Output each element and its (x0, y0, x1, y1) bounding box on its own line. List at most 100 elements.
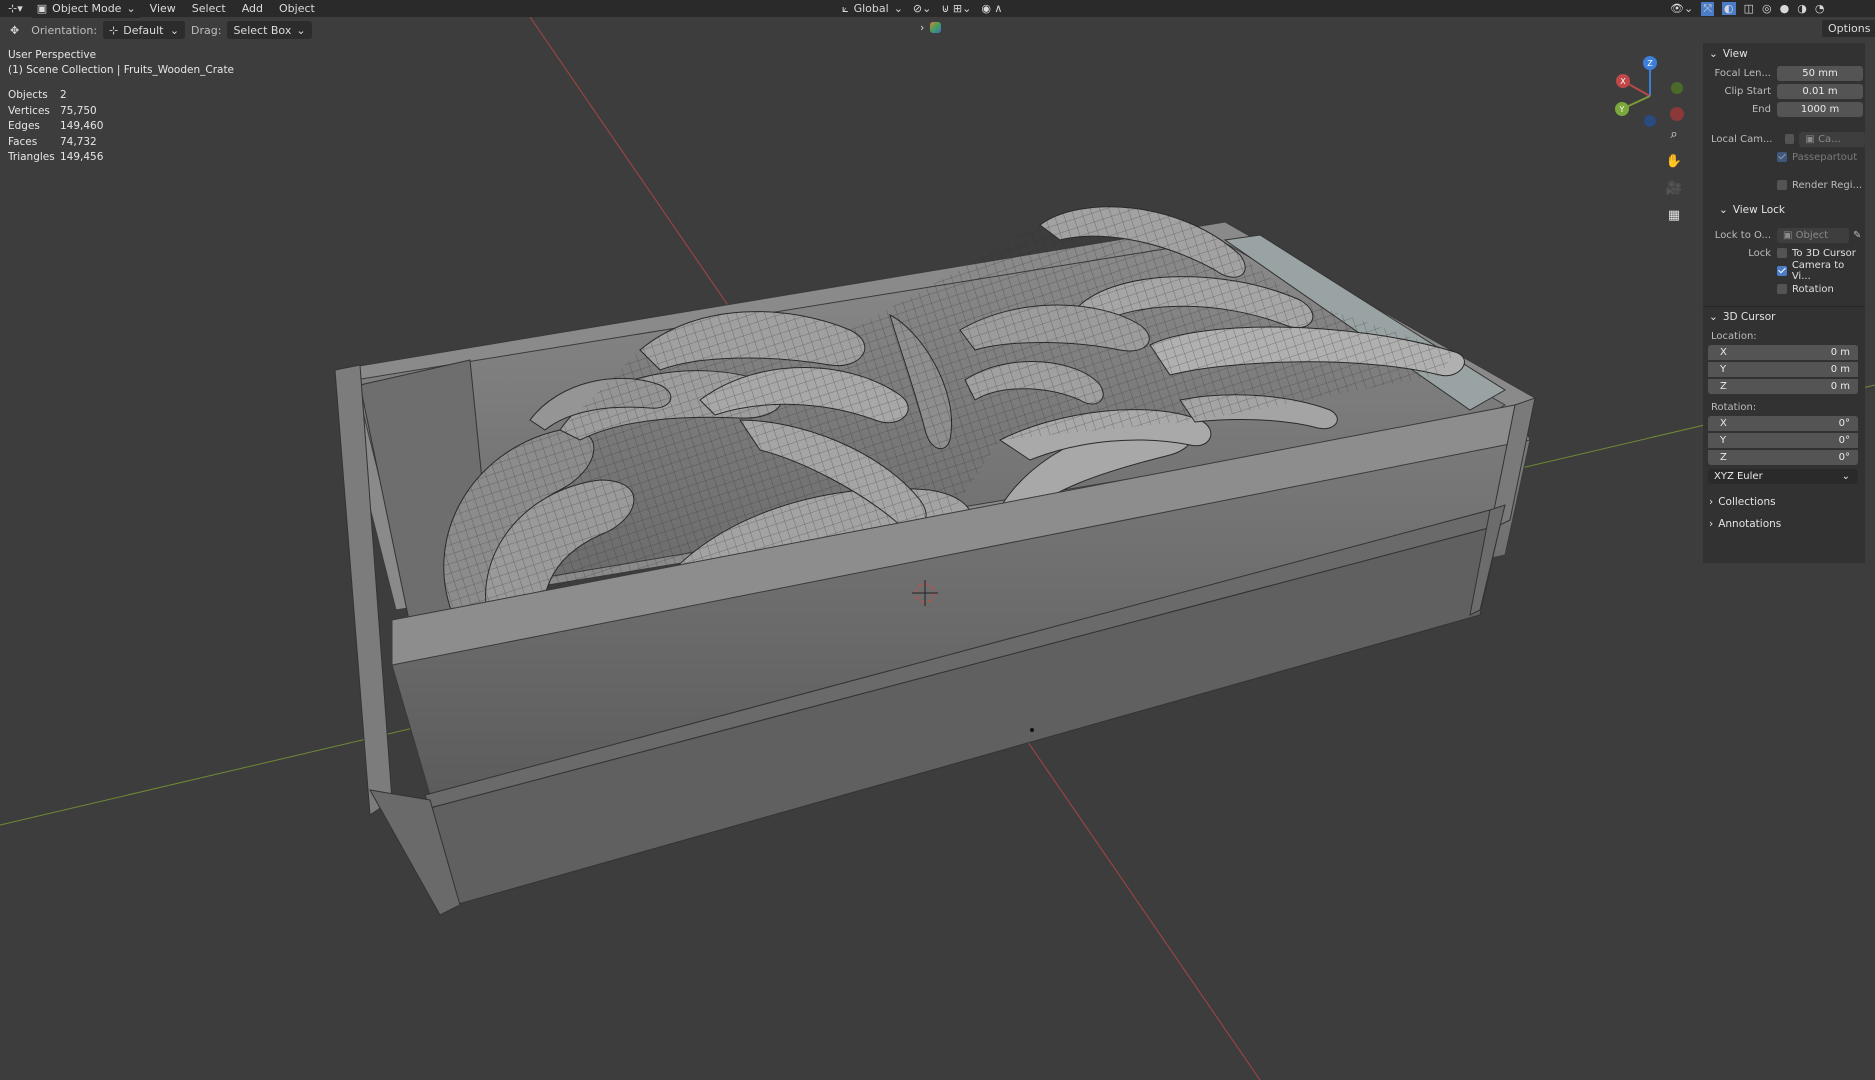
menu-add[interactable]: Add (234, 2, 271, 15)
solid-shading-icon[interactable]: ● (1780, 2, 1790, 15)
options-button[interactable]: Options (1822, 20, 1875, 37)
camera-to-view-checkbox[interactable] (1777, 266, 1787, 276)
menu-view[interactable]: View (142, 2, 184, 15)
mode-label: Object Mode (52, 2, 122, 15)
menu-select[interactable]: Select (184, 2, 234, 15)
cursor-location-y[interactable]: Y 0 m (1708, 362, 1858, 377)
axis-value: 0° (1838, 452, 1850, 463)
rotation-mode-dropdown[interactable]: XYZ Euler ⌄ (1708, 469, 1858, 484)
asset-icon (930, 22, 942, 33)
scene-stats: Objects 2 Vertices 75,750 Edges 149,460 Fac… (8, 89, 103, 167)
collections-section-header[interactable]: › Collections (1703, 492, 1865, 512)
rotation-lock-checkbox[interactable] (1777, 284, 1787, 294)
section-title: View (1722, 48, 1748, 60)
gizmo-neg-z-icon (1644, 115, 1656, 127)
camera-to-view-label: Camera to Vi... (1791, 260, 1845, 282)
zoom-icon[interactable]: ⌕ (1663, 123, 1685, 145)
stat-row: Objects 2 (8, 89, 103, 105)
chevron-right-icon: › (920, 21, 925, 34)
tool-settings-header: ✥ Orientation: ⊹ Default ⌄ Drag: Select … (0, 17, 1875, 43)
stat-value: 2 (60, 89, 67, 101)
gizmo-expand[interactable]: › (920, 21, 942, 34)
section-title: Annotations (1718, 518, 1782, 530)
stat-label: Triangles (8, 151, 55, 163)
transform-orientation-dropdown[interactable]: ⟀ Global ⌄ (842, 2, 903, 16)
focal-length-label: Focal Len... (1714, 67, 1771, 79)
local-camera-value: Ca... (1818, 133, 1841, 145)
eyedropper-icon[interactable]: ✎ (1853, 230, 1861, 241)
camera-icon: ▣ (1805, 133, 1819, 145)
axis-label: Y (1720, 364, 1727, 375)
cursor-location-z[interactable]: Z 0 m (1708, 379, 1858, 394)
render-region-checkbox[interactable] (1777, 180, 1787, 190)
wireframe-shading-icon[interactable]: ◎ (1762, 2, 1772, 15)
rotation-lock-row: Rotation (1703, 280, 1865, 298)
cursor-rotation-x[interactable]: X 0° (1708, 416, 1858, 431)
orientation-icon: ⊹ (109, 23, 119, 37)
proportional-edit-icon[interactable]: ◉ ∧ (981, 2, 1002, 15)
chevron-down-icon: ⌄ (1709, 311, 1718, 323)
editor-type-button[interactable]: ⊹▾ (0, 0, 31, 17)
view-section-header[interactable]: ⌄ View (1703, 44, 1865, 64)
local-camera-checkbox[interactable] (1784, 134, 1795, 144)
global-axes-icon: ⟀ (842, 1, 849, 15)
chevron-down-icon: ⌄ (893, 1, 903, 15)
orientation-dropdown[interactable]: ⊹ Default ⌄ (103, 21, 186, 39)
focal-length-field[interactable]: 50 mm (1777, 65, 1863, 81)
passepartout-checkbox[interactable] (1777, 152, 1787, 162)
visibility-icon[interactable]: 👁⌄ (1670, 2, 1693, 15)
snap-icon[interactable]: ⊍ ⊞⌄ (941, 2, 971, 15)
gizmo-neg-x-icon (1670, 107, 1684, 121)
axis-label: Z (1720, 452, 1727, 463)
local-camera-field[interactable]: ▣ Ca... (1799, 131, 1865, 147)
3d-viewport[interactable]: User Perspective (1) Scene Collection | … (0, 17, 1875, 1080)
chevron-down-icon: ⌄ (126, 2, 136, 15)
rotation-label: Rotation: (1711, 401, 1757, 413)
overlay-toggle-icon[interactable]: ◐ (1722, 2, 1736, 15)
view-lock-section-header[interactable]: ⌄ View Lock (1703, 200, 1865, 220)
object-mode-icon: ▣ (36, 2, 48, 15)
chevron-down-icon: ⌄ (296, 23, 306, 37)
clip-end-row: End 1000 m (1703, 100, 1865, 118)
axis-value: 0 m (1830, 381, 1850, 392)
menu-object[interactable]: Object (271, 2, 323, 15)
orientation-value: Default (123, 23, 164, 37)
clip-end-label: End (1751, 103, 1771, 115)
rendered-shading-icon[interactable]: ◔ (1815, 2, 1825, 15)
stat-label: Vertices (8, 104, 50, 117)
clip-end-field[interactable]: 1000 m (1777, 101, 1863, 117)
stat-value: 149,456 (60, 151, 104, 163)
pan-hand-icon[interactable]: ✋ (1663, 150, 1685, 172)
gizmo-toggle-icon[interactable]: ⤧ (1701, 1, 1714, 16)
transform-tool-icon[interactable]: ✥ (0, 24, 25, 37)
mode-dropdown[interactable]: ▣ Object Mode ⌄ (30, 0, 142, 18)
chevron-right-icon: › (1709, 496, 1714, 508)
material-shading-icon[interactable]: ◑ (1797, 2, 1807, 15)
camera-view-icon[interactable]: 🎥 (1663, 177, 1685, 199)
drag-dropdown[interactable]: Select Box ⌄ (227, 21, 312, 39)
section-title: Collections (1718, 496, 1776, 508)
axis-value: 0° (1838, 418, 1850, 429)
lock-to-object-field[interactable]: ▣ Object (1777, 227, 1849, 243)
ortho-grid-icon[interactable]: ▦ (1663, 204, 1685, 226)
chevron-down-icon: ⌄ (1719, 204, 1728, 216)
clip-start-label: Clip Start (1724, 85, 1772, 97)
sidebar-n-panel: ⌄ View Focal Len... 50 mm Clip Start 0.01 m… (1703, 43, 1865, 563)
axis-label: X (1720, 347, 1727, 358)
annotations-section-header[interactable]: › Annotations (1703, 514, 1865, 534)
gizmo-y-label: Y (1619, 105, 1625, 114)
view-name: User Perspective (8, 49, 97, 61)
clip-start-field[interactable]: 0.01 m (1777, 83, 1863, 99)
stat-label: Faces (8, 135, 38, 148)
3d-cursor-section-header[interactable]: ⌄ 3D Cursor (1703, 306, 1865, 327)
cursor-location-x[interactable]: X 0 m (1708, 345, 1858, 360)
camera-to-view-row: Camera to Vi... (1703, 260, 1865, 282)
axis-label: Z (1720, 381, 1727, 392)
stat-value: 75,750 (60, 104, 97, 117)
to-3d-cursor-checkbox[interactable] (1777, 248, 1787, 258)
xray-icon[interactable]: ◫ (1744, 2, 1754, 15)
section-title: View Lock (1732, 204, 1786, 216)
cursor-rotation-y[interactable]: Y 0° (1708, 433, 1858, 448)
pivot-icon[interactable]: ⊘⌄ (913, 2, 931, 15)
cursor-rotation-z[interactable]: Z 0° (1708, 450, 1858, 465)
